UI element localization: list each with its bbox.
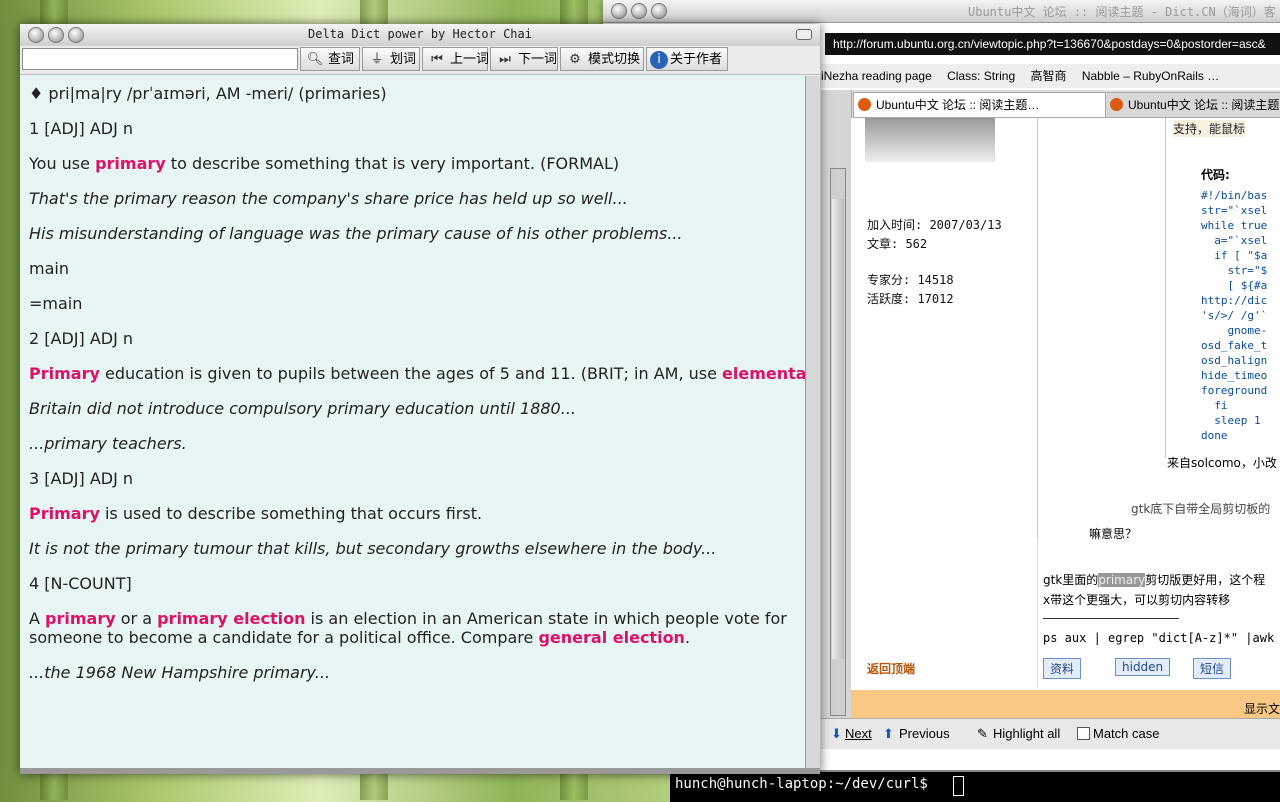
sense-3-example: It is not the primary tumour that kills,… [29, 539, 717, 558]
sense-3-label: 3 [ADJ] ADJ n [29, 469, 134, 488]
find-previous-button[interactable]: Previous [899, 726, 950, 741]
sense-1-definition: You use primary to describe something th… [29, 154, 620, 173]
pm-button[interactable]: 短信 [1193, 658, 1232, 679]
lookup-button[interactable]: 🔍︎ 查词 [300, 47, 360, 71]
window-bottom-border [20, 768, 820, 774]
previous-word-button[interactable]: ⏮ 上一词 [422, 47, 489, 71]
back-to-top-link[interactable]: 返回顶端 [867, 660, 915, 677]
bookmark-item[interactable]: 高智商 [1030, 69, 1066, 83]
code-snippet: #!/bin/bas str="`xsel while true a="`xse… [1201, 189, 1268, 442]
signature-text: ps aux | egrep "dict[A-z]*" |awk '{p [1043, 631, 1280, 645]
sense-4-definition: A primary or a primary election is an el… [29, 609, 787, 628]
bookmark-item[interactable]: iNezha reading page [821, 69, 932, 83]
sense-1-example: His misunderstanding of language was the… [29, 224, 683, 243]
quote-note: gtk底下自带全局剪切板的 [1131, 502, 1271, 516]
gear-icon: ⚙ [569, 51, 581, 67]
dictionary-entry: ♦ pri|ma|ry /prˈaɪməri, AM -meri/ (prima… [20, 76, 806, 768]
quote-source: 来自solcomo，小改 [1167, 456, 1277, 470]
sense-4-definition-cont: someone to become a candidate for a poli… [29, 628, 691, 647]
tab-forum[interactable]: Ubuntu中文 论坛 :: 阅读主题 [1105, 92, 1280, 118]
info-icon: i [650, 50, 668, 69]
plug-icon: ⏚ [370, 51, 384, 67]
synonym-equal: =main [29, 294, 83, 313]
tab-strip: Ubuntu中文 论坛 :: 阅读主题… × Ubuntu中文 论坛 :: 阅读… [823, 90, 1280, 118]
dictionary-window: Delta Dict power by Hector Chai 🔍︎ 查词 ⏚ 划词… [20, 24, 820, 774]
highlight-icon: ✎ [977, 726, 988, 741]
scrollbar-thumb[interactable] [832, 199, 844, 659]
find-bar: ⬇ Next ⬆ Previous ✎ Highlight all Match … [821, 718, 1280, 749]
forum-post: 加入时间: 2007/03/13 文章: 562 专家分: 14518 活跃度:… [851, 118, 1280, 718]
dict-titlebar: Delta Dict power by Hector Chai [20, 24, 820, 47]
terminal-window[interactable]: hunch@hunch-laptop:~/dev/curl$ [670, 770, 1280, 802]
quote-text: 支持，能鼠标 [1173, 120, 1246, 137]
search-icon: 🔍︎ [306, 51, 324, 67]
minimize-icon[interactable] [631, 3, 647, 19]
bookmarks-bar: iNezha reading page Class: String 高智商 Na… [821, 64, 1280, 88]
question-text: 嘛意思？ [1089, 527, 1138, 541]
highlight-all-button[interactable]: Highlight all [993, 726, 1060, 741]
entry-scrollbar[interactable] [805, 76, 820, 768]
url-input[interactable]: http://forum.ubuntu.org.cn/viewtopic.php… [825, 33, 1280, 55]
bookmark-item[interactable]: Class: String [947, 69, 1015, 83]
sidebar-scrollbar[interactable] [830, 168, 846, 716]
arrow-down-icon: ⬇ [831, 726, 842, 741]
hidden-button[interactable]: hidden [1115, 658, 1171, 676]
maximize-icon[interactable] [651, 3, 667, 19]
skip-back-icon: ⏮ [431, 51, 443, 67]
terminal-prompt: hunch@hunch-laptop:~/dev/curl$ [675, 776, 928, 792]
next-word-button[interactable]: ⏭ 下一词 [490, 47, 558, 71]
reply-line-1: gtk里面的primary剪切版更好用，这个程 [1043, 573, 1266, 587]
ubuntu-icon [858, 98, 871, 111]
close-icon[interactable] [611, 3, 627, 19]
find-next-button[interactable]: Next [845, 726, 872, 741]
terminal-cursor [953, 776, 964, 796]
dict-title: Delta Dict power by Hector Chai [308, 27, 532, 41]
ubuntu-icon [1110, 98, 1123, 111]
sense-2-example: Britain did not introduce compulsory pri… [29, 399, 576, 418]
post-count: 文章: 562 [867, 237, 928, 251]
footer-bar: 显示文 [851, 690, 1280, 720]
shade-icon[interactable] [796, 29, 812, 40]
signature-divider [1043, 618, 1179, 619]
about-author-button[interactable]: i 关于作者 [646, 47, 728, 71]
bookmark-item[interactable]: Nabble – RubyOnRails … [1082, 69, 1219, 83]
sense-4-example: ...the 1968 New Hampshire primary... [29, 663, 331, 682]
sense-3-definition: Primary is used to describe something th… [29, 504, 483, 523]
sense-2-definition: Primary education is given to pupils bet… [29, 364, 806, 383]
select-word-button[interactable]: ⏚ 划词 [362, 47, 420, 71]
sense-4-label: 4 [N-COUNT] [29, 574, 132, 593]
sense-1-example: That's the primary reason the company's … [29, 189, 628, 208]
sense-2-label: 2 [ADJ] ADJ n [29, 329, 134, 348]
expert-score: 专家分: 14518 [867, 273, 954, 287]
headword: ♦ pri|ma|ry /prˈaɪməri, AM -meri/ (prima… [29, 84, 387, 103]
browser-title: Ubuntu中文 论坛 :: 阅读主题 - Dict.CN（海词）客 [968, 5, 1276, 19]
tab-forum-active[interactable]: Ubuntu中文 论坛 :: 阅读主题… × [853, 92, 1122, 118]
search-input[interactable] [22, 48, 298, 70]
poster-profile: 加入时间: 2007/03/13 文章: 562 专家分: 14518 活跃度:… [851, 118, 1038, 688]
show-link[interactable]: 显示文 [1244, 700, 1280, 717]
code-label: 代码: [1201, 168, 1230, 182]
match-case-label: Match case [1093, 726, 1160, 741]
profile-button[interactable]: 资料 [1043, 658, 1082, 679]
skip-forward-icon: ⏭ [499, 51, 511, 67]
synonym: main [29, 259, 69, 278]
sense-2-example: ...primary teachers. [29, 434, 187, 453]
match-case-checkbox[interactable] [1077, 727, 1090, 740]
browser-titlebar: Ubuntu中文 论坛 :: 阅读主题 - Dict.CN（海词）客 [603, 0, 1280, 23]
sense-1-label: 1 [ADJ] ADJ n [29, 119, 134, 138]
arrow-up-icon: ⬆ [883, 726, 894, 741]
dict-toolbar: 🔍︎ 查词 ⏚ 划词 ⏮ 上一词 ⏭ 下一词 ⚙ 模式切换 i 关于作者 [20, 46, 820, 75]
mode-switch-button[interactable]: ⚙ 模式切换 [560, 47, 644, 71]
reply-line-2: x带这个更强大，可以剪切内容转移 [1043, 593, 1231, 607]
avatar [865, 118, 995, 162]
activity-score: 活跃度: 17012 [867, 292, 954, 306]
join-date: 加入时间: 2007/03/13 [867, 218, 1002, 232]
